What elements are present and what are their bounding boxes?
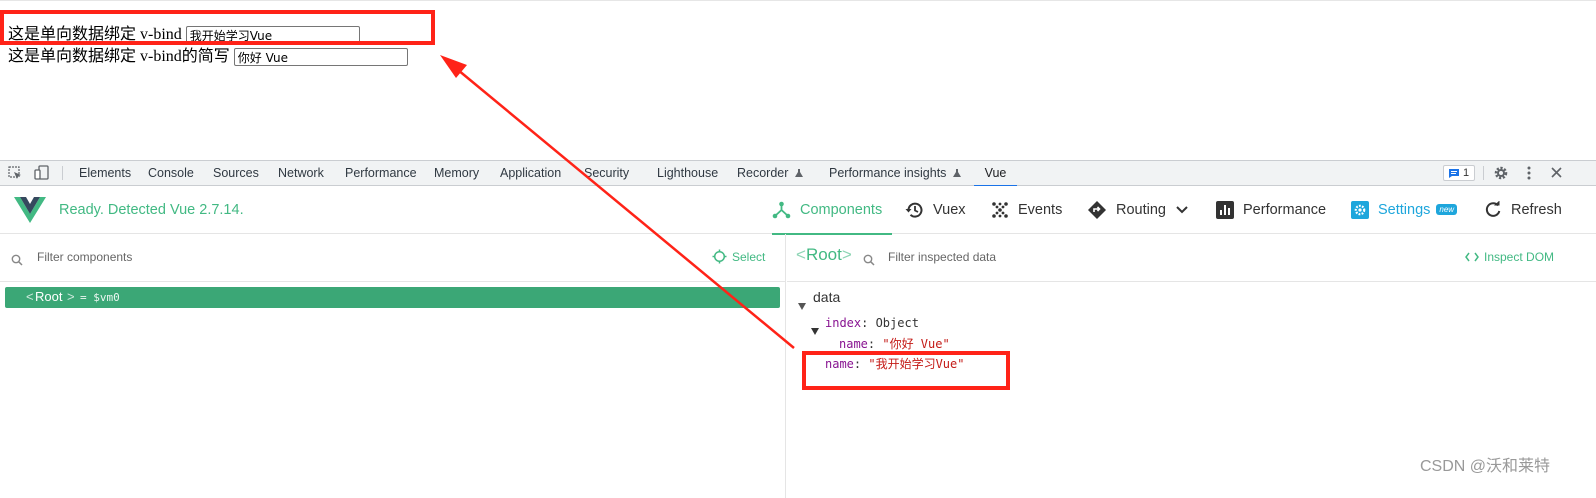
- annotation-arrow: [440, 55, 795, 349]
